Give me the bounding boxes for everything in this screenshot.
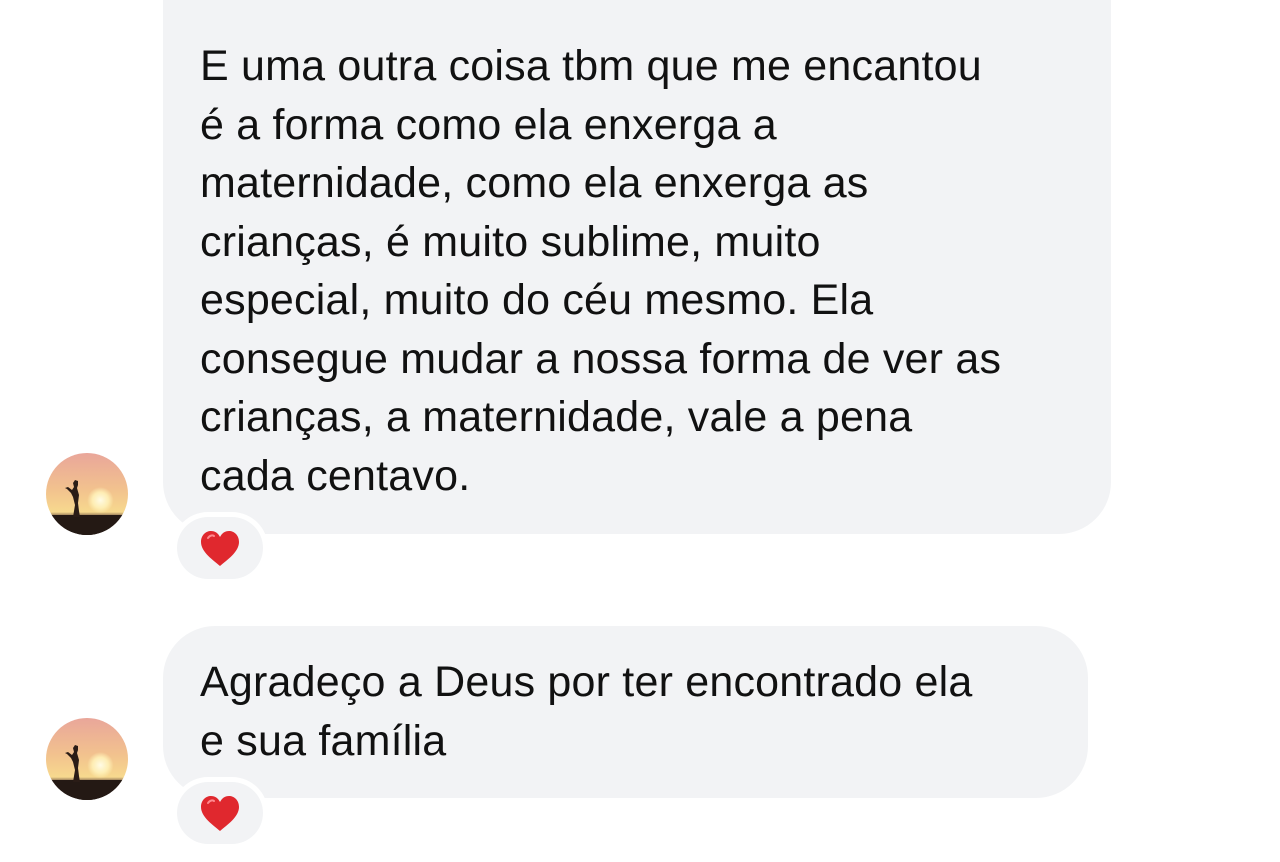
sunset-silhouette-avatar-icon xyxy=(46,453,128,535)
message-text-line: especial, muito do céu mesmo. Ela xyxy=(200,276,874,324)
chat-thread: E uma outra coisa tbm que me encantou é … xyxy=(0,0,1280,862)
message-text-line: consegue mudar a nossa forma de ver as xyxy=(200,334,1002,383)
reaction-badge[interactable] xyxy=(177,517,263,579)
message-text-line: cada centavo. xyxy=(200,451,471,500)
message-text-line: crianças, a maternidade, vale a pena xyxy=(200,393,913,441)
message-row: E uma outra coisa tbm que me encantou é … xyxy=(0,0,1280,600)
message-bubble[interactable]: E uma outra coisa tbm que me encantou é … xyxy=(163,0,1111,534)
message-text-line: maternidade, como ela enxerga as xyxy=(200,159,869,207)
red-heart-icon xyxy=(201,796,239,831)
message-row: Agradeço a Deus por ter encontrado ela e… xyxy=(0,600,1280,862)
avatar[interactable] xyxy=(46,453,128,535)
message-bubble[interactable]: Agradeço a Deus por ter encontrado ela e… xyxy=(163,626,1088,798)
reaction-badge[interactable] xyxy=(177,782,263,844)
message-text-line: é a forma como ela enxerga a xyxy=(200,100,777,149)
message-text-line: crianças, é muito sublime, muito xyxy=(200,217,821,266)
avatar[interactable] xyxy=(46,718,128,800)
message-text-line: e sua família xyxy=(200,716,447,765)
message-text-line: Agradeço a Deus por ter encontrado ela xyxy=(200,658,973,706)
red-heart-icon xyxy=(201,531,239,566)
message-text-line: E uma outra coisa tbm que me encantou xyxy=(200,42,982,90)
sunset-silhouette-avatar-icon xyxy=(46,718,128,800)
